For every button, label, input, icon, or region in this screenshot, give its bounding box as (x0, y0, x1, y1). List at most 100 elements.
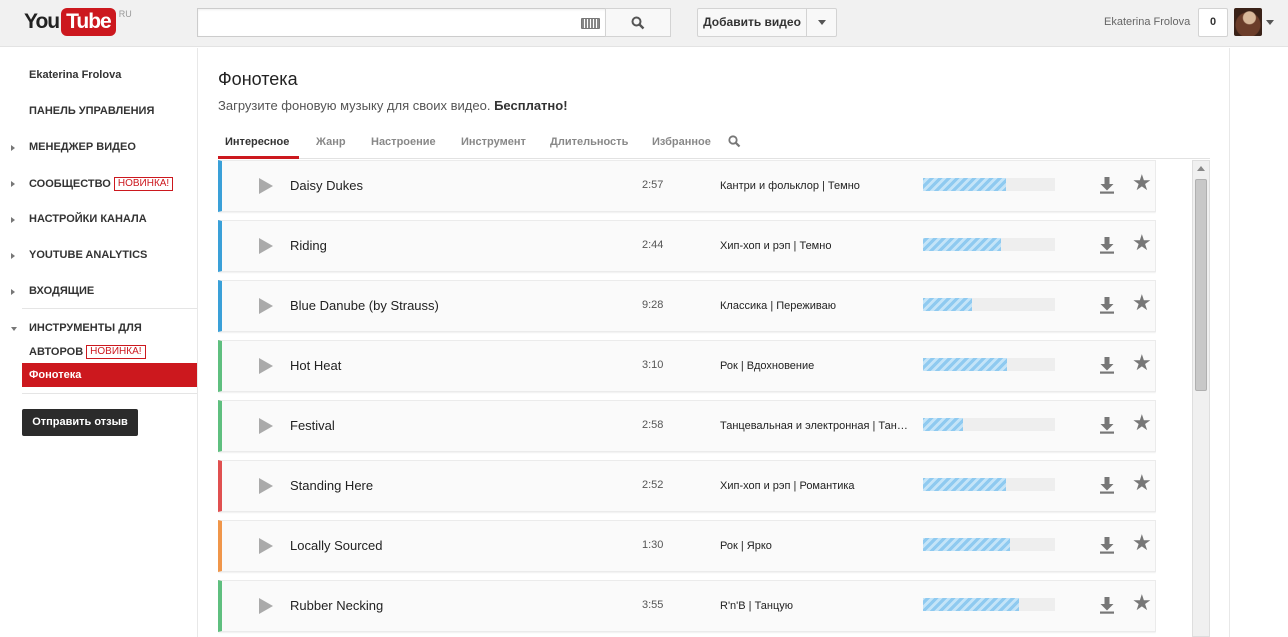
chevron-right-icon (11, 145, 15, 151)
notifications-button[interactable]: 0 (1198, 8, 1228, 37)
download-icon[interactable] (1099, 296, 1115, 317)
star-icon[interactable]: ★ (1132, 472, 1152, 494)
logo-tube-text: Tube (61, 8, 116, 36)
track-genre-mood: Танцевальная и электронная | Тан… (720, 420, 908, 432)
sidebar-item-label: ВХОДЯЩИЕ (29, 285, 95, 297)
popularity-bar (923, 598, 1055, 611)
star-icon[interactable]: ★ (1132, 292, 1152, 314)
play-icon[interactable] (259, 238, 273, 254)
play-icon[interactable] (259, 598, 273, 614)
avatar[interactable] (1234, 8, 1262, 36)
popularity-bar (923, 358, 1055, 371)
sidebar-item-label: ИНСТРУМЕНТЫ ДЛЯ (29, 322, 142, 334)
play-icon[interactable] (259, 538, 273, 554)
track-title: Riding (290, 238, 327, 253)
download-icon[interactable] (1099, 536, 1115, 557)
star-icon[interactable]: ★ (1132, 232, 1152, 254)
popularity-bar (923, 418, 1055, 431)
track-genre-mood: Рок | Вдохновение (720, 360, 815, 372)
sidebar-divider (22, 393, 197, 394)
popularity-bar-fill (923, 538, 1011, 551)
scroll-up-arrow-icon[interactable] (1197, 166, 1205, 171)
account-menu-chevron-icon[interactable] (1266, 20, 1274, 25)
star-icon[interactable]: ★ (1132, 352, 1152, 374)
sidebar-item-label: СООБЩЕСТВО (29, 178, 111, 190)
track-row[interactable]: Rubber Necking 3:55 R'n'B | Танцую ★ (218, 580, 1156, 632)
track-duration: 2:44 (642, 239, 664, 251)
download-icon[interactable] (1099, 476, 1115, 497)
account-username[interactable]: Ekaterina Frolova (1104, 16, 1190, 28)
track-row[interactable]: Riding 2:44 Хип-хоп и рэп | Темно ★ (218, 220, 1156, 272)
subtitle-free: Бесплатно! (494, 98, 568, 113)
scrollbar[interactable] (1192, 160, 1210, 637)
tab-favorites[interactable]: Избранное (652, 136, 711, 148)
track-genre-mood: Кантри и фольклор | Темно (720, 180, 860, 192)
sidebar: Ekaterina Frolova ПАНЕЛЬ УПРАВЛЕНИЯ МЕНЕ… (0, 48, 198, 637)
star-icon[interactable]: ★ (1132, 172, 1152, 194)
track-row[interactable]: Blue Danube (by Strauss) 9:28 Классика | П… (218, 280, 1156, 332)
play-icon[interactable] (259, 358, 273, 374)
upload-dropdown-button[interactable] (806, 8, 837, 37)
sidebar-item-label: МЕНЕДЖЕР ВИДЕО (29, 141, 136, 153)
popularity-bar (923, 238, 1055, 251)
active-tab-indicator (218, 156, 299, 159)
page-subtitle: Загрузите фоновую музыку для своих видео… (218, 98, 568, 113)
chevron-right-icon (11, 217, 15, 223)
download-icon[interactable] (1099, 236, 1115, 257)
sidebar-item-label: YOUTUBE ANALYTICS (29, 249, 148, 261)
track-row[interactable]: Festival 2:58 Танцевальная и электронная |… (218, 400, 1156, 452)
play-icon[interactable] (259, 178, 273, 194)
tab-mood[interactable]: Настроение (371, 136, 436, 148)
popularity-bar-fill (923, 358, 1008, 371)
popularity-bar-fill (923, 418, 963, 431)
play-icon[interactable] (259, 298, 273, 314)
search-button[interactable] (605, 8, 671, 37)
track-title: Daisy Dukes (290, 178, 363, 193)
track-row[interactable]: Standing Here 2:52 Хип-хоп и рэп | Романти… (218, 460, 1156, 512)
chevron-right-icon (11, 181, 15, 187)
track-genre-mood: R'n'B | Танцую (720, 600, 794, 612)
track-genre-mood: Рок | Ярко (720, 540, 772, 552)
chevron-right-icon (11, 289, 15, 295)
track-duration: 9:28 (642, 299, 664, 311)
track-row[interactable]: Hot Heat 3:10 Рок | Вдохновение ★ (218, 340, 1156, 392)
keyboard-icon[interactable] (581, 18, 600, 29)
track-duration: 2:58 (642, 419, 664, 431)
search-icon (631, 16, 645, 29)
play-icon[interactable] (259, 478, 273, 494)
track-title: Locally Sourced (290, 538, 383, 553)
scrollbar-thumb[interactable] (1195, 179, 1207, 391)
search-input[interactable] (197, 8, 606, 37)
track-duration: 2:52 (642, 479, 664, 491)
download-icon[interactable] (1099, 416, 1115, 437)
sidebar-item-label: АВТОРОВ (29, 346, 84, 358)
popularity-bar-fill (923, 598, 1020, 611)
send-feedback-button[interactable]: Отправить отзыв (22, 409, 138, 436)
download-icon[interactable] (1099, 356, 1115, 377)
star-icon[interactable]: ★ (1132, 532, 1152, 554)
download-icon[interactable] (1099, 176, 1115, 197)
upload-video-button[interactable]: Добавить видео (697, 8, 807, 37)
tabs-bar: Интересное Жанр Настроение Инструмент Дл… (218, 128, 1210, 159)
youtube-logo[interactable]: You Tube RU (24, 7, 132, 37)
star-icon[interactable]: ★ (1132, 592, 1152, 614)
tab-featured[interactable]: Интересное (225, 136, 289, 148)
track-row[interactable]: Daisy Dukes 2:57 Кантри и фольклор | Темно… (218, 160, 1156, 212)
search-icon[interactable] (728, 135, 741, 148)
sidebar-item-audio-library[interactable]: Фонотека (22, 363, 197, 387)
track-genre-mood: Хип-хоп и рэп | Романтика (720, 480, 855, 492)
new-badge: НОВИНКА! (113, 177, 174, 191)
star-icon[interactable]: ★ (1132, 412, 1152, 434)
new-badge: НОВИНКА! (86, 345, 146, 359)
tab-duration[interactable]: Длительность (550, 136, 628, 148)
track-duration: 3:10 (642, 359, 664, 371)
track-title: Festival (290, 418, 335, 433)
chevron-right-icon (11, 253, 15, 259)
chevron-down-icon (11, 327, 17, 331)
track-row[interactable]: Locally Sourced 1:30 Рок | Ярко ★ (218, 520, 1156, 572)
tab-instrument[interactable]: Инструмент (461, 136, 526, 148)
tab-genre[interactable]: Жанр (316, 136, 346, 148)
play-icon[interactable] (259, 418, 273, 434)
download-icon[interactable] (1099, 596, 1115, 617)
popularity-bar (923, 478, 1055, 491)
